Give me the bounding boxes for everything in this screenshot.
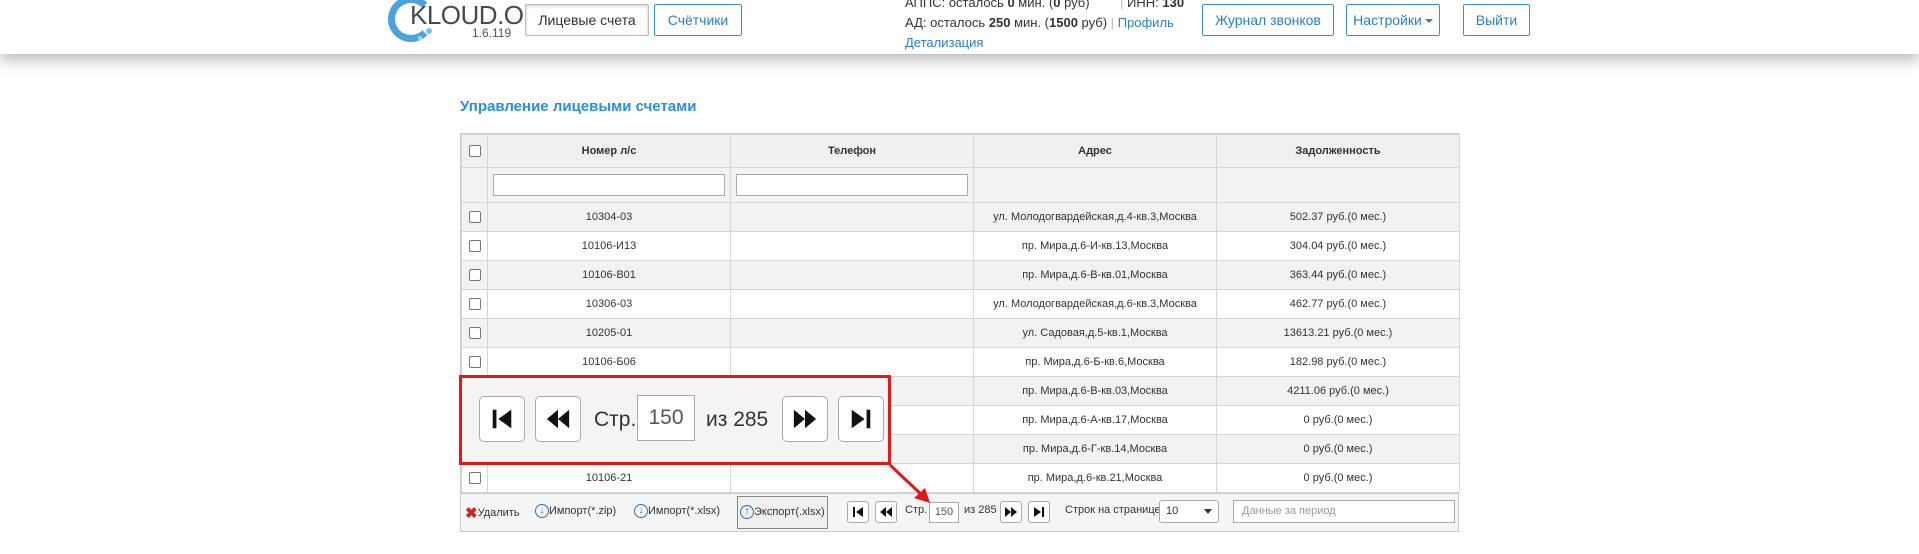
callout-arrow-icon (888, 463, 930, 503)
